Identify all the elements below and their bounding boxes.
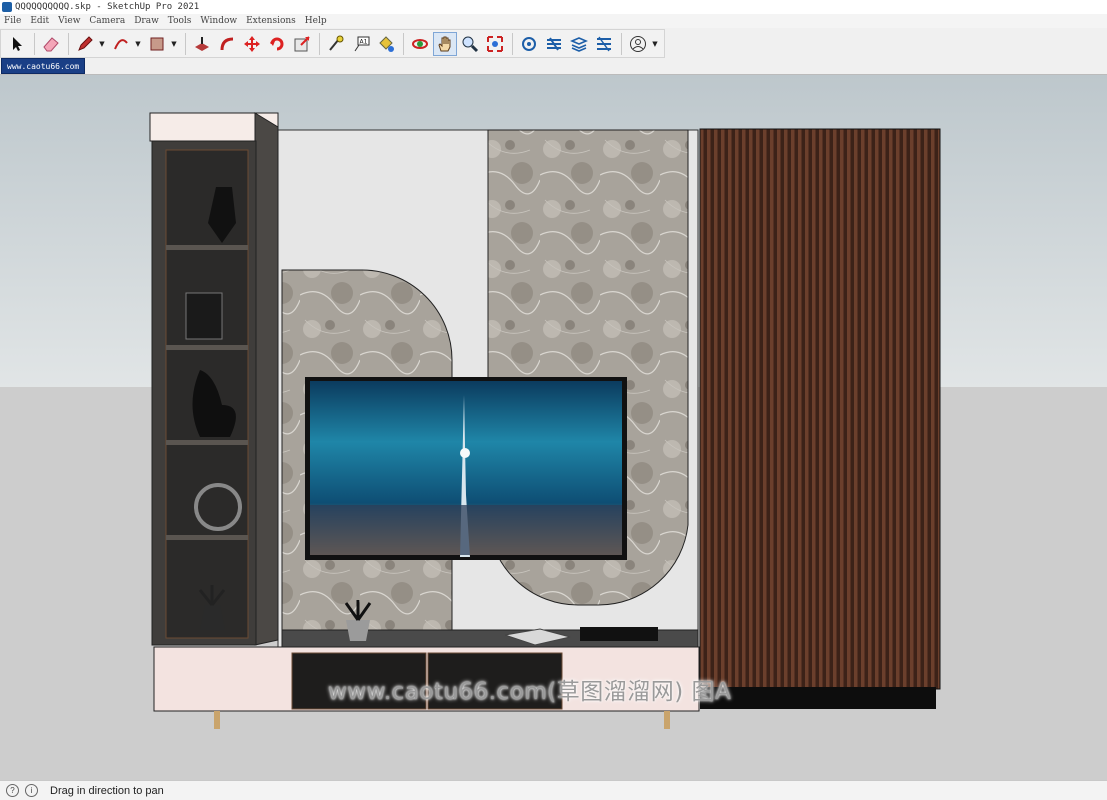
tv-city bbox=[310, 505, 622, 555]
cabinet-shelf bbox=[166, 535, 248, 540]
move-tool-button[interactable] bbox=[240, 32, 264, 56]
orbit-icon bbox=[412, 38, 428, 49]
scale-icon bbox=[294, 35, 310, 51]
cabinet-shelf bbox=[166, 345, 248, 350]
rectangle-icon bbox=[150, 37, 164, 50]
toolbar-separator bbox=[68, 32, 69, 55]
eraser-tool-button[interactable] bbox=[39, 32, 63, 56]
menu-extensions[interactable]: Extensions bbox=[242, 16, 301, 26]
status-message: Drag in direction to pan bbox=[50, 784, 164, 797]
warehouse-tool-button[interactable] bbox=[517, 32, 541, 56]
account-dropdown[interactable]: ▼ bbox=[651, 32, 659, 56]
arc-tool-button[interactable] bbox=[109, 32, 133, 56]
sketchup-app-icon bbox=[2, 2, 12, 12]
paint-bucket-tool-button[interactable] bbox=[374, 32, 398, 56]
main-toolbar: ▼ ▼ ▼ A1 ▼ bbox=[0, 29, 665, 58]
extension-warehouse-tool-button[interactable] bbox=[542, 32, 566, 56]
rectangle-tool-dropdown[interactable]: ▼ bbox=[170, 32, 178, 56]
account-tool-button[interactable] bbox=[626, 32, 650, 56]
extension-manager-icon bbox=[597, 36, 611, 51]
slat-panel-base bbox=[700, 687, 936, 709]
arrow-icon bbox=[13, 36, 22, 51]
push-pull-tool-button[interactable] bbox=[190, 32, 214, 56]
scene-tab[interactable]: www.caotu66.com bbox=[1, 58, 86, 74]
line-tool-button[interactable] bbox=[73, 32, 97, 56]
line-tool-dropdown[interactable]: ▼ bbox=[98, 32, 106, 56]
toolbar-separator bbox=[34, 32, 35, 55]
pushpull-icon bbox=[195, 36, 209, 51]
tv-tower-sphere bbox=[460, 448, 470, 458]
status-bar: ? i Drag in direction to pan bbox=[0, 780, 1107, 800]
toolbar-separator bbox=[512, 32, 513, 55]
info-icon[interactable]: i bbox=[25, 784, 38, 797]
toolbar-separator bbox=[621, 32, 622, 55]
menu-view[interactable]: View bbox=[54, 16, 85, 26]
warehouse-icon bbox=[522, 36, 536, 51]
menu-help[interactable]: Help bbox=[301, 16, 332, 26]
eraser-icon bbox=[43, 36, 59, 51]
lantern-decor-2 bbox=[185, 292, 223, 340]
offset-tool-button[interactable] bbox=[215, 32, 239, 56]
menu-camera[interactable]: Camera bbox=[85, 16, 130, 26]
layout-tool-button[interactable] bbox=[567, 32, 591, 56]
toolbar-separator bbox=[185, 32, 186, 55]
hand-icon bbox=[438, 36, 451, 51]
menu-edit[interactable]: Edit bbox=[26, 16, 54, 26]
text-tool-label: A1 bbox=[360, 38, 368, 45]
account-icon bbox=[630, 35, 646, 52]
orbit-tool-button[interactable] bbox=[408, 32, 432, 56]
toolbar-separator bbox=[403, 32, 404, 55]
offset-icon bbox=[220, 37, 234, 50]
layout-icon bbox=[570, 36, 588, 52]
console-leg bbox=[664, 711, 670, 729]
tape-measure-tool-button[interactable] bbox=[324, 32, 348, 56]
rotate-icon bbox=[270, 37, 284, 50]
zoom-extents-icon bbox=[487, 35, 503, 52]
zoom-tool-button[interactable] bbox=[458, 32, 482, 56]
scene-tab-bar: www.caotu66.com bbox=[0, 58, 1107, 74]
arc-icon bbox=[114, 38, 128, 49]
text-icon: A1 bbox=[354, 36, 370, 51]
pan-tool-button[interactable] bbox=[433, 31, 457, 56]
console-plant-pot bbox=[346, 620, 370, 641]
console-books bbox=[580, 627, 658, 641]
paint-bucket-icon bbox=[379, 35, 394, 52]
cabinet-shelf bbox=[166, 440, 248, 445]
rotate-tool-button[interactable] bbox=[265, 32, 289, 56]
pencil-icon bbox=[78, 35, 93, 51]
rectangle-tool-button[interactable] bbox=[145, 32, 169, 56]
text-tool-button[interactable]: A1 bbox=[349, 32, 373, 56]
title-bar: QQQQQQQQQQ.skp - SketchUp Pro 2021 bbox=[0, 0, 1107, 14]
arc-tool-dropdown[interactable]: ▼ bbox=[134, 32, 142, 56]
extension-icon bbox=[547, 36, 561, 51]
window-title: QQQQQQQQQQ.skp - SketchUp Pro 2021 bbox=[15, 2, 200, 12]
wood-slat-panel bbox=[699, 128, 941, 690]
menu-draw[interactable]: Draw bbox=[130, 16, 164, 26]
scale-tool-button[interactable] bbox=[290, 32, 314, 56]
zoom-extents-tool-button[interactable] bbox=[483, 32, 507, 56]
menu-bar: File Edit View Camera Draw Tools Window … bbox=[0, 14, 1107, 28]
move-icon bbox=[244, 35, 260, 52]
menu-window[interactable]: Window bbox=[196, 16, 242, 26]
menu-file[interactable]: File bbox=[0, 16, 26, 26]
toolbar-separator bbox=[319, 32, 320, 55]
select-tool-button[interactable] bbox=[5, 32, 29, 56]
tape-icon bbox=[329, 35, 344, 51]
cabinet-shelf bbox=[166, 245, 248, 250]
console-leg bbox=[214, 711, 220, 729]
geo-location-icon[interactable]: ? bbox=[6, 784, 19, 797]
cabinet-side bbox=[254, 112, 279, 646]
menu-tools[interactable]: Tools bbox=[164, 16, 197, 26]
magnifier-icon bbox=[462, 36, 479, 52]
extension-manager-tool-button[interactable] bbox=[592, 32, 616, 56]
watermark-text: www.caotu66.com(草图溜溜网) 图A bbox=[328, 679, 732, 705]
